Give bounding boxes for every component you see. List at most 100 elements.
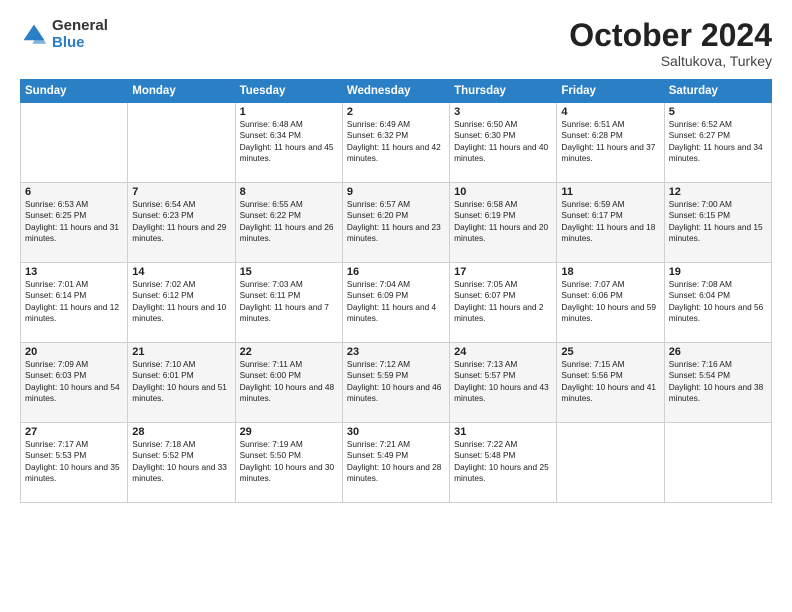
calendar-cell: 24Sunrise: 7:13 AMSunset: 5:57 PMDayligh… (450, 343, 557, 423)
day-number: 21 (132, 346, 230, 358)
weekday-header-wednesday: Wednesday (342, 80, 449, 103)
calendar-cell: 27Sunrise: 7:17 AMSunset: 5:53 PMDayligh… (21, 423, 128, 503)
calendar-cell: 17Sunrise: 7:05 AMSunset: 6:07 PMDayligh… (450, 263, 557, 343)
day-number: 12 (669, 186, 767, 198)
day-number: 29 (240, 426, 338, 438)
cell-info: Sunrise: 7:13 AMSunset: 5:57 PMDaylight:… (454, 359, 552, 404)
cell-info: Sunrise: 6:48 AMSunset: 6:34 PMDaylight:… (240, 119, 338, 164)
logo: General Blue (20, 18, 108, 51)
calendar-cell: 14Sunrise: 7:02 AMSunset: 6:12 PMDayligh… (128, 263, 235, 343)
calendar-cell: 26Sunrise: 7:16 AMSunset: 5:54 PMDayligh… (664, 343, 771, 423)
week-row-4: 27Sunrise: 7:17 AMSunset: 5:53 PMDayligh… (21, 423, 772, 503)
calendar-cell: 16Sunrise: 7:04 AMSunset: 6:09 PMDayligh… (342, 263, 449, 343)
day-number: 25 (561, 346, 659, 358)
cell-info: Sunrise: 7:08 AMSunset: 6:04 PMDaylight:… (669, 279, 767, 324)
cell-info: Sunrise: 7:00 AMSunset: 6:15 PMDaylight:… (669, 199, 767, 244)
day-number: 13 (25, 266, 123, 278)
calendar-cell (664, 423, 771, 503)
day-number: 16 (347, 266, 445, 278)
day-number: 1 (240, 106, 338, 118)
calendar-cell (557, 423, 664, 503)
cell-info: Sunrise: 7:18 AMSunset: 5:52 PMDaylight:… (132, 439, 230, 484)
calendar-cell: 25Sunrise: 7:15 AMSunset: 5:56 PMDayligh… (557, 343, 664, 423)
calendar-cell: 19Sunrise: 7:08 AMSunset: 6:04 PMDayligh… (664, 263, 771, 343)
logo-blue: Blue (52, 35, 108, 52)
cell-info: Sunrise: 7:12 AMSunset: 5:59 PMDaylight:… (347, 359, 445, 404)
calendar-cell: 28Sunrise: 7:18 AMSunset: 5:52 PMDayligh… (128, 423, 235, 503)
cell-info: Sunrise: 6:55 AMSunset: 6:22 PMDaylight:… (240, 199, 338, 244)
day-number: 31 (454, 426, 552, 438)
header: General Blue October 2024 Saltukova, Tur… (20, 18, 772, 69)
cell-info: Sunrise: 7:03 AMSunset: 6:11 PMDaylight:… (240, 279, 338, 324)
month-title: October 2024 (569, 18, 772, 53)
weekday-header-tuesday: Tuesday (235, 80, 342, 103)
cell-info: Sunrise: 7:11 AMSunset: 6:00 PMDaylight:… (240, 359, 338, 404)
day-number: 11 (561, 186, 659, 198)
week-row-2: 13Sunrise: 7:01 AMSunset: 6:14 PMDayligh… (21, 263, 772, 343)
day-number: 28 (132, 426, 230, 438)
cell-info: Sunrise: 7:15 AMSunset: 5:56 PMDaylight:… (561, 359, 659, 404)
day-number: 3 (454, 106, 552, 118)
cell-info: Sunrise: 6:54 AMSunset: 6:23 PMDaylight:… (132, 199, 230, 244)
day-number: 27 (25, 426, 123, 438)
calendar-cell: 22Sunrise: 7:11 AMSunset: 6:00 PMDayligh… (235, 343, 342, 423)
weekday-header-thursday: Thursday (450, 80, 557, 103)
cell-info: Sunrise: 6:51 AMSunset: 6:28 PMDaylight:… (561, 119, 659, 164)
cell-info: Sunrise: 7:10 AMSunset: 6:01 PMDaylight:… (132, 359, 230, 404)
day-number: 14 (132, 266, 230, 278)
calendar-cell: 1Sunrise: 6:48 AMSunset: 6:34 PMDaylight… (235, 103, 342, 183)
day-number: 18 (561, 266, 659, 278)
day-number: 4 (561, 106, 659, 118)
cell-info: Sunrise: 6:57 AMSunset: 6:20 PMDaylight:… (347, 199, 445, 244)
calendar-cell: 12Sunrise: 7:00 AMSunset: 6:15 PMDayligh… (664, 183, 771, 263)
calendar-cell: 11Sunrise: 6:59 AMSunset: 6:17 PMDayligh… (557, 183, 664, 263)
day-number: 2 (347, 106, 445, 118)
calendar-table: SundayMondayTuesdayWednesdayThursdayFrid… (20, 79, 772, 503)
calendar-cell: 31Sunrise: 7:22 AMSunset: 5:48 PMDayligh… (450, 423, 557, 503)
day-number: 22 (240, 346, 338, 358)
week-row-1: 6Sunrise: 6:53 AMSunset: 6:25 PMDaylight… (21, 183, 772, 263)
calendar-cell: 10Sunrise: 6:58 AMSunset: 6:19 PMDayligh… (450, 183, 557, 263)
page: General Blue October 2024 Saltukova, Tur… (0, 0, 792, 612)
cell-info: Sunrise: 7:09 AMSunset: 6:03 PMDaylight:… (25, 359, 123, 404)
week-row-3: 20Sunrise: 7:09 AMSunset: 6:03 PMDayligh… (21, 343, 772, 423)
calendar-cell: 8Sunrise: 6:55 AMSunset: 6:22 PMDaylight… (235, 183, 342, 263)
weekday-header-saturday: Saturday (664, 80, 771, 103)
cell-info: Sunrise: 6:59 AMSunset: 6:17 PMDaylight:… (561, 199, 659, 244)
cell-info: Sunrise: 7:19 AMSunset: 5:50 PMDaylight:… (240, 439, 338, 484)
calendar-cell: 5Sunrise: 6:52 AMSunset: 6:27 PMDaylight… (664, 103, 771, 183)
day-number: 8 (240, 186, 338, 198)
day-number: 6 (25, 186, 123, 198)
calendar-cell: 20Sunrise: 7:09 AMSunset: 6:03 PMDayligh… (21, 343, 128, 423)
day-number: 19 (669, 266, 767, 278)
cell-info: Sunrise: 6:50 AMSunset: 6:30 PMDaylight:… (454, 119, 552, 164)
logo-general: General (52, 18, 108, 35)
day-number: 7 (132, 186, 230, 198)
logo-text: General Blue (52, 18, 108, 51)
cell-info: Sunrise: 7:04 AMSunset: 6:09 PMDaylight:… (347, 279, 445, 324)
calendar-cell: 3Sunrise: 6:50 AMSunset: 6:30 PMDaylight… (450, 103, 557, 183)
calendar-cell (21, 103, 128, 183)
cell-info: Sunrise: 7:01 AMSunset: 6:14 PMDaylight:… (25, 279, 123, 324)
cell-info: Sunrise: 7:07 AMSunset: 6:06 PMDaylight:… (561, 279, 659, 324)
calendar-cell: 21Sunrise: 7:10 AMSunset: 6:01 PMDayligh… (128, 343, 235, 423)
day-number: 10 (454, 186, 552, 198)
week-row-0: 1Sunrise: 6:48 AMSunset: 6:34 PMDaylight… (21, 103, 772, 183)
cell-info: Sunrise: 7:22 AMSunset: 5:48 PMDaylight:… (454, 439, 552, 484)
day-number: 20 (25, 346, 123, 358)
calendar-cell (128, 103, 235, 183)
calendar-cell: 15Sunrise: 7:03 AMSunset: 6:11 PMDayligh… (235, 263, 342, 343)
location: Saltukova, Turkey (569, 53, 772, 69)
calendar-cell: 30Sunrise: 7:21 AMSunset: 5:49 PMDayligh… (342, 423, 449, 503)
calendar-cell: 4Sunrise: 6:51 AMSunset: 6:28 PMDaylight… (557, 103, 664, 183)
day-number: 15 (240, 266, 338, 278)
weekday-header-monday: Monday (128, 80, 235, 103)
day-number: 9 (347, 186, 445, 198)
day-number: 30 (347, 426, 445, 438)
weekday-header-friday: Friday (557, 80, 664, 103)
cell-info: Sunrise: 7:16 AMSunset: 5:54 PMDaylight:… (669, 359, 767, 404)
weekday-header-row: SundayMondayTuesdayWednesdayThursdayFrid… (21, 80, 772, 103)
title-block: October 2024 Saltukova, Turkey (569, 18, 772, 69)
calendar-cell: 2Sunrise: 6:49 AMSunset: 6:32 PMDaylight… (342, 103, 449, 183)
cell-info: Sunrise: 6:58 AMSunset: 6:19 PMDaylight:… (454, 199, 552, 244)
